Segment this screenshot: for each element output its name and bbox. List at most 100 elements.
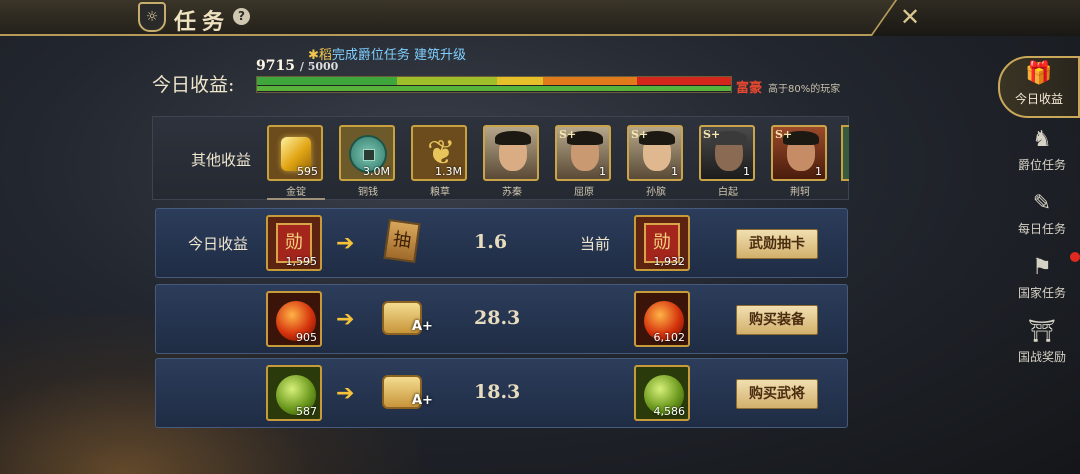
item-name: 白起 xyxy=(718,187,738,198)
tab-nation-quest[interactable]: ⚑ 国家任务 xyxy=(1006,252,1078,314)
item-name: 屈原 xyxy=(574,187,594,198)
tab-war-reward[interactable]: ⛩ 国战奖励 xyxy=(1006,316,1078,378)
item-qty: 1 xyxy=(743,165,750,178)
item-slot: ❦ 1.3M xyxy=(411,125,467,181)
item-slot: 595 xyxy=(267,125,323,181)
progress-segment-green xyxy=(257,77,397,85)
item-name: 金锭 xyxy=(267,183,325,200)
rank-s-badge: S+ xyxy=(559,128,577,141)
hero-portrait: S+ 1 xyxy=(699,125,755,181)
scroll-icon: ✎ xyxy=(1032,191,1052,216)
tab-today-income[interactable]: 🎁 今日收益 xyxy=(998,56,1080,118)
grade-a-plus-icon: A+ xyxy=(412,319,433,334)
progress-segment-yellow xyxy=(497,77,543,85)
arrow-right-icon: ➔ xyxy=(336,381,355,406)
item-qty: 1 xyxy=(671,165,678,178)
side-tab-bar: 🎁 今日收益 ♞ 爵位任务 ✎ 每日任务 ⚑ 国家任务 ⛩ 国战奖励 xyxy=(998,56,1080,376)
source-item-slot[interactable]: 勋 1,595 xyxy=(266,215,322,271)
help-icon[interactable]: ? xyxy=(233,8,250,25)
source-item-slot[interactable]: 587 xyxy=(266,365,322,421)
exchange-row-general: 587 ➔ A+ 18.3 4,586 购买武将 xyxy=(155,358,848,428)
current-qty: 4,586 xyxy=(653,405,686,418)
buy-equipment-button[interactable]: 购买装备 xyxy=(736,305,818,335)
buy-general-button[interactable]: 购买武将 xyxy=(736,379,818,409)
exchange-rate: 18.3 xyxy=(474,381,521,403)
row-label: 今日收益 xyxy=(188,235,249,253)
income-progress-value: 9715 / 5000 xyxy=(256,58,338,74)
current-qty: 1,932 xyxy=(653,255,686,268)
reward-item-coin[interactable]: 3.0M 铜钱 xyxy=(339,125,397,198)
rank-s-badge: S+ xyxy=(703,128,721,141)
item-name: 铜钱 xyxy=(358,187,378,198)
reward-item-hero-quyuan[interactable]: S+ 1 屈原 xyxy=(555,125,613,198)
source-item-slot[interactable]: 905 xyxy=(266,291,322,347)
item-qty: 1.3M xyxy=(435,165,462,178)
page-title: 任务 xyxy=(174,9,231,35)
close-icon[interactable]: ✕ xyxy=(893,4,927,30)
tab-label: 今日收益 xyxy=(1014,92,1063,106)
reward-item-grain[interactable]: ❦ 1.3M 粮草 xyxy=(411,125,469,198)
reward-item-hero-jingke[interactable]: S+ 1 荆轲 xyxy=(771,125,829,198)
reward-item-hero-baiqi[interactable]: S+ 1 白起 xyxy=(699,125,757,198)
item-qty: 1 xyxy=(815,165,822,178)
reward-item-gold[interactable]: 595 金锭 xyxy=(267,125,325,200)
arrow-right-icon: ➔ xyxy=(336,307,355,332)
item-name: 孙膑 xyxy=(646,187,666,198)
income-progress-bar xyxy=(256,76,732,93)
item-name: 粮草 xyxy=(430,187,450,198)
exchange-row-merit: 今日收益 勋 1,595 ➔ 抽 1.6 当前 勋 1,932 武勋抽卡 xyxy=(155,208,848,278)
tab-daily-quest[interactable]: ✎ 每日任务 xyxy=(1006,188,1078,250)
progress-segment-orange xyxy=(543,77,637,85)
general-piece-target: A+ xyxy=(378,369,433,419)
exchange-row-equipment: 905 ➔ A+ 28.3 6,102 购买装备 xyxy=(155,284,848,354)
current-item-slot[interactable]: 6,102 xyxy=(634,291,690,347)
palace-icon: ⛩ xyxy=(1028,319,1056,344)
quest-emblem-icon: ☼ xyxy=(138,2,166,32)
current-qty: 6,102 xyxy=(653,331,686,344)
equipment-piece-target: A+ xyxy=(378,295,433,345)
hero-portrait: S+ 1 xyxy=(627,125,683,181)
rank-s-badge: S+ xyxy=(631,128,649,141)
current-item-slot[interactable]: 4,586 xyxy=(634,365,690,421)
progress-segment-red xyxy=(637,77,731,85)
tab-label: 国战奖励 xyxy=(1017,350,1066,364)
hero-portrait: S+ 1 xyxy=(771,125,827,181)
tab-label: 爵位任务 xyxy=(1017,158,1066,172)
source-qty: 587 xyxy=(296,405,317,418)
horse-icon: ♞ xyxy=(1032,127,1052,152)
item-qty: 3.0M xyxy=(363,165,390,178)
reward-item-hero-sunbin[interactable]: S+ 1 孙膑 xyxy=(627,125,685,198)
income-max: / 5000 xyxy=(299,60,339,73)
merit-draw-button[interactable]: 武勋抽卡 xyxy=(736,229,818,259)
draw-card-target: 抽 xyxy=(378,218,432,269)
source-qty: 905 xyxy=(296,331,317,344)
next-item-peek xyxy=(841,125,849,181)
progress-fill xyxy=(257,86,731,91)
hero-portrait xyxy=(483,125,539,181)
exchange-rate: 1.6 xyxy=(474,231,508,253)
current-label: 当前 xyxy=(580,235,611,253)
item-name: 荆轲 xyxy=(790,187,810,198)
arrow-right-icon: ➔ xyxy=(336,231,355,256)
gift-icon: 🎁 xyxy=(1025,61,1053,86)
draw-card-icon: 抽 xyxy=(383,218,421,264)
tab-label: 国家任务 xyxy=(1017,286,1066,300)
exchange-rate: 28.3 xyxy=(474,307,521,329)
progress-segment-lime xyxy=(397,77,497,85)
income-current: 9715 xyxy=(256,58,295,74)
grade-a-plus-icon: A+ xyxy=(412,393,433,408)
hero-portrait: S+ 1 xyxy=(555,125,611,181)
other-income-panel: 其他收益 595 金锭 3.0M 铜钱 ❦ 1.3M 粮草 苏秦 S+ 1 屈原 S… xyxy=(152,116,849,200)
item-qty: 595 xyxy=(297,165,318,178)
rank-s-badge: S+ xyxy=(775,128,793,141)
hero-hair-icon xyxy=(495,131,531,145)
other-income-label: 其他收益 xyxy=(191,151,252,169)
tab-rank-quest[interactable]: ♞ 爵位任务 xyxy=(1006,124,1078,186)
reward-item-hero-suqin[interactable]: 苏秦 xyxy=(483,125,541,198)
item-slot: 3.0M xyxy=(339,125,395,181)
tab-label: 每日任务 xyxy=(1017,222,1066,236)
rank-description: 高于80%的玩家 xyxy=(768,84,841,95)
source-qty: 1,595 xyxy=(285,255,318,268)
item-name: 苏秦 xyxy=(502,187,522,198)
current-item-slot[interactable]: 勋 1,932 xyxy=(634,215,690,271)
